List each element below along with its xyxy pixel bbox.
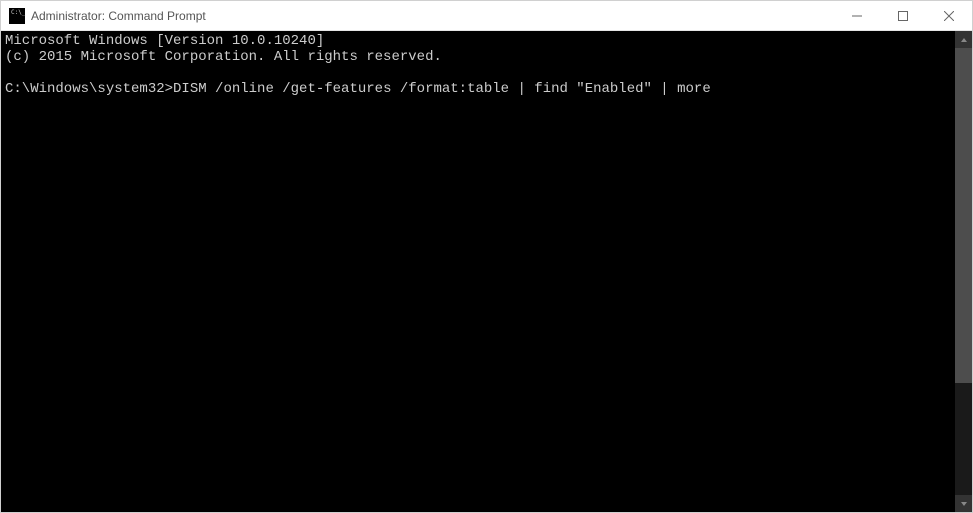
scroll-thumb[interactable] xyxy=(955,48,972,383)
prompt-path: C:\Windows\system32> xyxy=(5,81,173,97)
command-text: DISM /online /get-features /format:table… xyxy=(173,81,711,97)
minimize-button[interactable] xyxy=(834,1,880,30)
console-area: Microsoft Windows [Version 10.0.10240](c… xyxy=(1,31,972,512)
console-output[interactable]: Microsoft Windows [Version 10.0.10240](c… xyxy=(1,31,955,512)
scroll-track[interactable] xyxy=(955,48,972,495)
console-prompt-line: C:\Windows\system32>DISM /online /get-fe… xyxy=(5,81,955,97)
close-button[interactable] xyxy=(926,1,972,30)
scroll-down-button[interactable] xyxy=(955,495,972,512)
vertical-scrollbar[interactable] xyxy=(955,31,972,512)
titlebar[interactable]: Administrator: Command Prompt xyxy=(1,1,972,31)
window-controls xyxy=(834,1,972,30)
command-prompt-window: Administrator: Command Prompt Microsoft … xyxy=(0,0,973,513)
window-title: Administrator: Command Prompt xyxy=(31,9,834,23)
console-line xyxy=(5,65,955,81)
scroll-up-button[interactable] xyxy=(955,31,972,48)
maximize-button[interactable] xyxy=(880,1,926,30)
console-line: Microsoft Windows [Version 10.0.10240] xyxy=(5,33,955,49)
console-line: (c) 2015 Microsoft Corporation. All righ… xyxy=(5,49,955,65)
cmd-icon xyxy=(9,8,25,24)
